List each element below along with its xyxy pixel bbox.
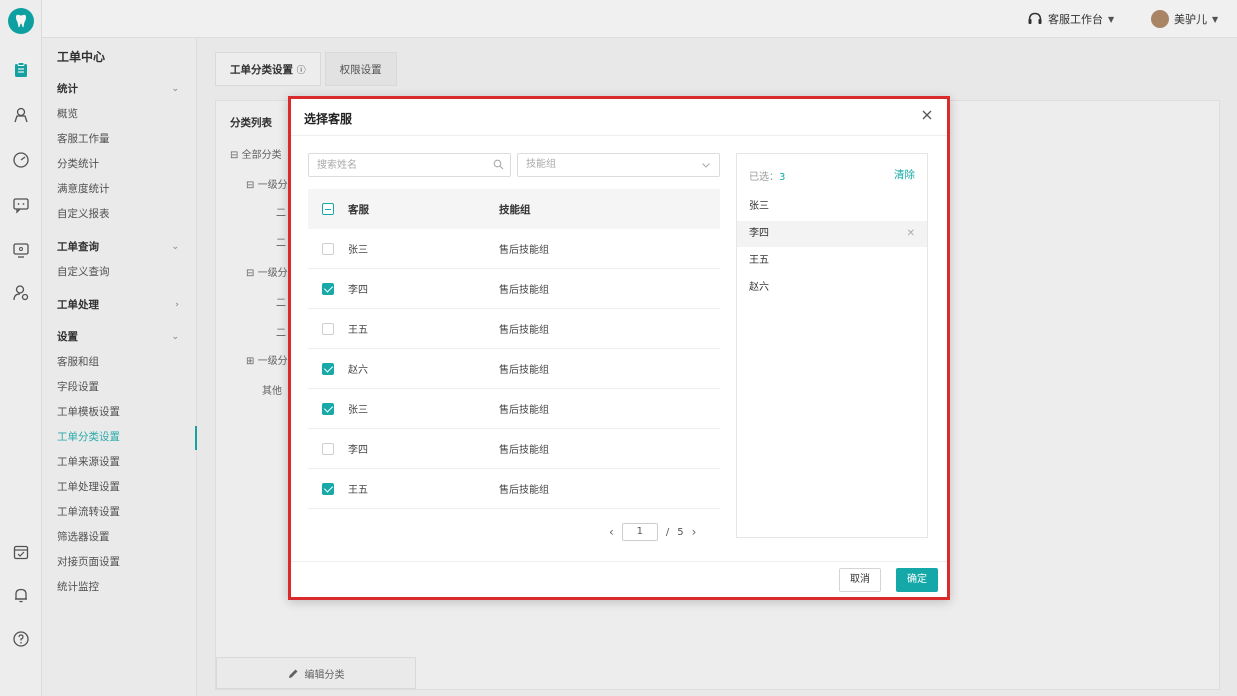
search-field[interactable] — [308, 153, 511, 177]
modal-header: 选择客服 — [291, 99, 947, 136]
table-row[interactable]: 王五 售后技能组 — [308, 309, 720, 349]
row-checkbox[interactable] — [322, 322, 334, 335]
row-checkbox[interactable] — [322, 442, 334, 455]
modal-footer: 取消 确定 — [291, 561, 947, 597]
selected-count: 已选：3 — [749, 168, 785, 183]
modal-title: 选择客服 — [304, 112, 353, 126]
row-checkbox[interactable] — [322, 362, 334, 375]
selected-number: 3 — [779, 172, 786, 183]
table-row[interactable]: 张三 售后技能组 — [308, 229, 720, 269]
page-separator: / — [665, 526, 670, 538]
agent-table: 客服 技能组 张三 售后技能组 李四 售后技能组 王五 售后技能组 赵六 售后技能组 张三 售后技… — [308, 189, 720, 509]
pagination: ‹ 1 / 5 › — [609, 523, 696, 541]
close-icon[interactable] — [920, 108, 934, 122]
column-header-agent: 客服 — [348, 203, 369, 216]
next-page-icon[interactable]: › — [692, 525, 697, 539]
agent-group: 售后技能组 — [499, 325, 549, 336]
table-row[interactable]: 李四 售后技能组 — [308, 429, 720, 469]
search-icon[interactable] — [493, 159, 504, 170]
select-agent-modal: 选择客服 技能组 客服 技能组 张三售后技能组李四售后技能组王五售后技能组赵六售… — [288, 96, 950, 600]
selected-item[interactable]: 张三 — [737, 194, 927, 220]
table-row[interactable]: 张三 售后技能组 — [308, 389, 720, 429]
skill-group-select[interactable]: 技能组 — [517, 153, 720, 177]
selected-panel: 已选：3 清除 张三 李四 ✕ 王五 赵六 — [736, 153, 928, 538]
row-checkbox[interactable] — [322, 482, 334, 495]
agent-name: 赵六 — [348, 365, 368, 376]
table-row[interactable]: 王五 售后技能组 — [308, 469, 720, 509]
cancel-button[interactable]: 取消 — [839, 568, 881, 592]
agent-name: 李四 — [348, 445, 368, 456]
agent-group: 售后技能组 — [499, 365, 549, 376]
select-all-checkbox[interactable] — [322, 203, 334, 215]
selected-label: 已选： — [749, 172, 779, 183]
agent-group: 售后技能组 — [499, 405, 549, 416]
row-checkbox[interactable] — [322, 402, 334, 415]
selected-item[interactable]: 赵六 — [737, 275, 927, 301]
table-row[interactable]: 李四 售后技能组 — [308, 269, 720, 309]
agent-name: 张三 — [348, 405, 368, 416]
selected-item-label: 李四 — [749, 228, 769, 239]
agent-group: 售后技能组 — [499, 445, 549, 456]
table-row[interactable]: 赵六 售后技能组 — [308, 349, 720, 389]
table-header: 客服 技能组 — [308, 189, 720, 229]
agent-name: 张三 — [348, 245, 368, 256]
selected-item[interactable]: 王五 — [737, 248, 927, 274]
column-header-group: 技能组 — [499, 203, 531, 216]
clear-button[interactable]: 清除 — [894, 167, 915, 182]
agent-name: 李四 — [348, 285, 368, 296]
select-placeholder: 技能组 — [526, 159, 556, 170]
page-input[interactable]: 1 — [621, 523, 658, 541]
page-total: 5 — [677, 526, 684, 538]
prev-page-icon[interactable]: ‹ — [609, 525, 614, 539]
selected-item[interactable]: 李四 ✕ — [737, 221, 927, 247]
agent-group: 售后技能组 — [499, 245, 549, 256]
confirm-button[interactable]: 确定 — [896, 568, 938, 592]
remove-icon[interactable]: ✕ — [907, 221, 915, 247]
search-input[interactable] — [309, 154, 479, 176]
row-checkbox[interactable] — [322, 282, 334, 295]
agent-group: 售后技能组 — [499, 485, 549, 496]
row-checkbox[interactable] — [322, 242, 334, 255]
agent-name: 王五 — [348, 325, 368, 336]
chevron-down-icon — [702, 163, 710, 168]
agent-group: 售后技能组 — [499, 285, 549, 296]
agent-name: 王五 — [348, 485, 368, 496]
